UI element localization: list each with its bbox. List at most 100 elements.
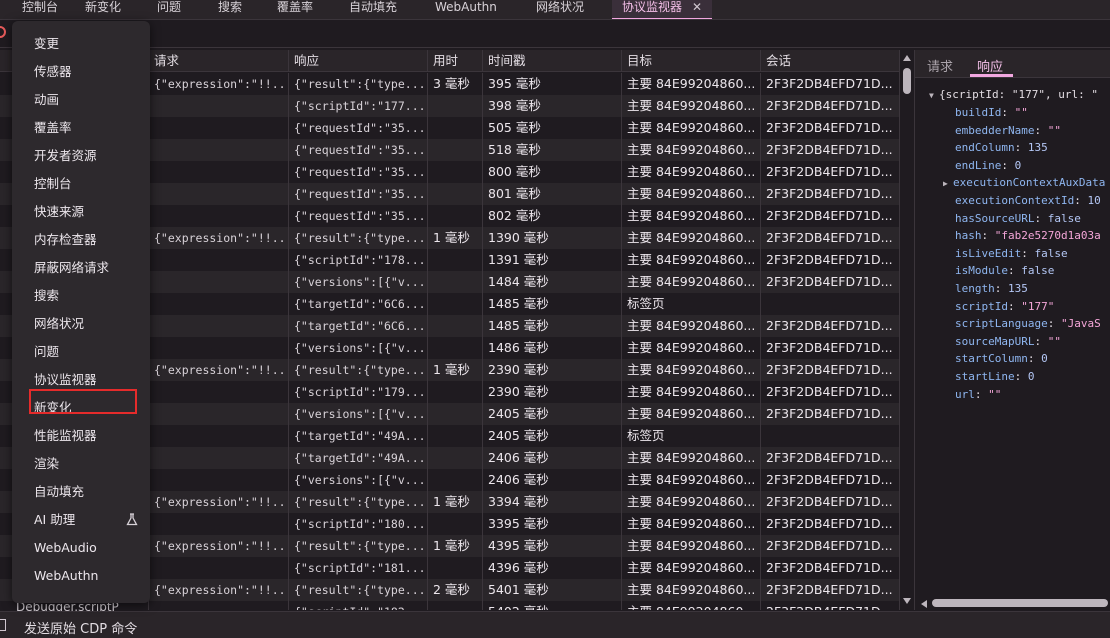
cell-session: 2F3F2DB4EFD71D... [760,95,900,117]
tree-root[interactable]: ▼ {scriptId: "177", url: " [929,86,1098,104]
cell-response: {"targetId":"6C6... [288,293,427,315]
menu-item-11[interactable]: 问题 [34,341,59,363]
tab-6[interactable]: WebAuthn [435,0,497,19]
cell-target: 主要 84E99204860... [621,205,760,227]
tab-7[interactable]: 网络状况 [536,0,584,19]
column-header-session[interactable]: 会话 [760,50,900,72]
cell-session: 2F3F2DB4EFD71D... [760,381,900,403]
cell-request [148,381,288,403]
scroll-thumb[interactable] [903,68,911,94]
cell-elapsed [427,403,482,425]
menu-item-8[interactable]: 屏蔽网络请求 [34,257,109,279]
menu-item-0[interactable]: 变更 [34,33,59,55]
grid-vertical-scrollbar[interactable] [899,50,913,610]
property-colon: : [1034,211,1048,225]
property-key: executionContextAuxData [953,176,1106,190]
tab-2[interactable]: 问题 [157,0,181,19]
cell-timestamp: 2390 毫秒 [482,359,621,381]
cell-target: 标签页 [621,425,760,447]
menu-item-10[interactable]: 网络状况 [34,313,84,335]
tree-property: scriptLanguage: "JavaS [955,315,1101,333]
expand-triangle-icon[interactable]: ▼ [929,87,939,105]
column-header-response[interactable]: 响应 [288,50,427,72]
menu-item-9[interactable]: 搜索 [34,285,59,307]
menu-item-4[interactable]: 开发者资源 [34,145,97,167]
menu-item-6[interactable]: 快速来源 [34,201,84,223]
menu-item-3[interactable]: 覆盖率 [34,117,72,139]
menu-item-7[interactable]: 内存检查器 [34,229,97,251]
menu-item-15[interactable]: 渲染 [34,453,59,475]
menu-item-2[interactable]: 动画 [34,89,59,111]
cell-request [148,205,288,227]
menu-item-16[interactable]: 自动填充 [34,481,84,503]
tab-3[interactable]: 搜索 [218,0,242,19]
active-tab-indicator [970,74,1013,77]
detail-tab-request[interactable]: 请求 [927,56,953,75]
tree-root-summary: {scriptId: "177", url: " [939,88,1098,101]
send-cdp-command-input[interactable]: 发送原始 CDP 命令 [24,618,137,637]
property-key: length [955,282,995,295]
cell-response: {"result":{"type... [288,535,427,557]
column-header-timestamp[interactable]: 时间戳 [482,50,621,72]
menu-item-5[interactable]: 控制台 [34,173,72,195]
scroll-up-arrow-icon[interactable] [903,55,911,61]
property-colon: : [1021,246,1035,260]
property-colon: : [1014,141,1028,155]
cell-response: {"versions":[{"v... [288,469,427,491]
cell-timestamp: 4396 毫秒 [482,557,621,579]
tab-4[interactable]: 覆盖率 [277,0,313,19]
property-key: buildId [955,106,1002,119]
tree-property[interactable]: ▶ executionContextAuxData [943,174,1105,192]
property-key: scriptLanguage [955,317,1048,331]
menu-item-14[interactable]: 性能监视器 [34,425,97,447]
collapsed-triangle-icon[interactable]: ▶ [943,175,953,193]
tab-0[interactable]: 控制台 [22,0,58,19]
menu-item-17[interactable]: AI 助理 [34,509,75,531]
close-tab-icon[interactable]: ✕ [692,0,702,14]
cell-response: {"requestId":"35... [288,205,427,227]
cell-request [148,183,288,205]
menu-item-12[interactable]: 协议监视器 [34,369,97,391]
cell-session: 2F3F2DB4EFD71D... [760,337,900,359]
cell-session: 2F3F2DB4EFD71D... [760,601,900,610]
cell-elapsed [427,117,482,139]
property-value: "JavaS [1060,317,1101,331]
tab-5[interactable]: 自动填充 [349,0,397,19]
cell-timestamp: 801 毫秒 [482,183,621,205]
cell-response: {"targetId":"49A... [288,447,427,469]
cell-timestamp: 2405 毫秒 [482,403,621,425]
column-header-target[interactable]: 目标 [621,50,760,72]
menu-item-19[interactable]: WebAuthn [34,565,98,587]
cell-target: 主要 84E99204860... [621,139,760,161]
cell-session: 2F3F2DB4EFD71D... [760,161,900,183]
cell-response: {"versions":[{"v... [288,271,427,293]
property-key: hasSourceURL [955,211,1035,225]
cell-request [148,271,288,293]
cell-target: 主要 84E99204860... [621,271,760,293]
detail-tab-response[interactable]: 响应 [977,56,1003,75]
property-value: 10 [1087,194,1101,207]
cell-response: {"scriptId":"179... [288,381,427,403]
detail-horizontal-scrollbar[interactable] [918,598,1110,608]
menu-item-18[interactable]: WebAudio [34,537,97,559]
tab-1[interactable]: 新变化 [85,0,121,19]
scroll-down-arrow-icon[interactable] [903,598,911,604]
command-bar-icon[interactable] [0,619,6,631]
cell-elapsed [427,425,482,447]
column-header-elapsed[interactable]: 用时 [427,50,482,72]
property-key: sourceMapURL [955,334,1035,348]
cell-request [148,95,288,117]
record-stop-icon[interactable] [0,26,6,38]
scroll-left-arrow-icon[interactable] [921,600,927,608]
tab-8[interactable]: 协议监视器 [622,0,682,19]
detail-pane: 请求 响应 ▼ {scriptId: "177", url: " buildId: … [914,50,1110,610]
cell-target: 主要 84E99204860... [621,117,760,139]
cell-elapsed: 3 毫秒 [427,73,482,95]
cell-timestamp: 398 毫秒 [482,95,621,117]
property-key: url [955,387,975,401]
cell-target: 主要 84E99204860... [621,557,760,579]
cell-request [148,601,288,610]
scroll-thumb[interactable] [932,599,1108,607]
menu-item-1[interactable]: 传感器 [34,61,72,83]
column-header-request[interactable]: 请求 [148,50,288,72]
